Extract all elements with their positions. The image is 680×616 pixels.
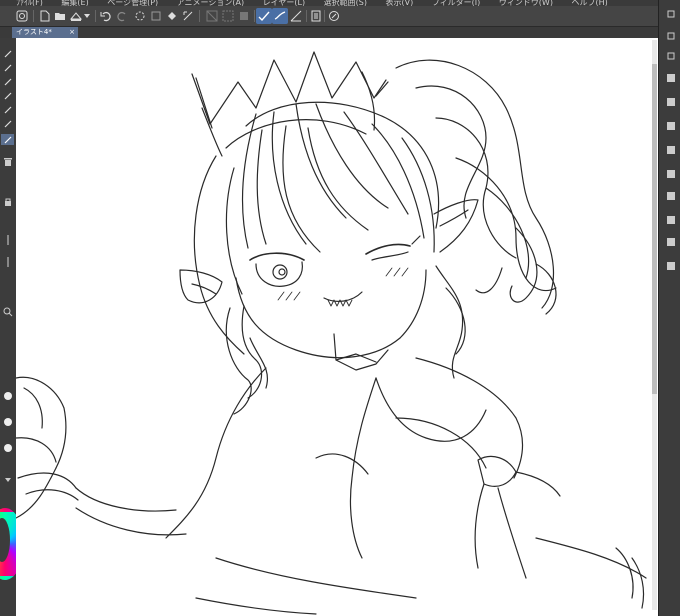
right-panel <box>658 0 680 616</box>
document-tab-bar: イラスト4* × <box>0 27 680 38</box>
layer-icon[interactable] <box>665 260 677 272</box>
brush-size-icon[interactable] <box>1 390 14 401</box>
airbrush-tool-icon[interactable] <box>1 104 14 115</box>
loading-icon[interactable] <box>132 8 148 24</box>
invert-selection-icon[interactable] <box>220 8 236 24</box>
canvas-scrollbar[interactable] <box>652 40 657 610</box>
trash-icon[interactable] <box>1 156 14 167</box>
app-icon[interactable] <box>14 8 30 24</box>
layer-icon[interactable] <box>665 72 677 84</box>
check-icon[interactable] <box>256 8 272 24</box>
layer-icon[interactable] <box>665 236 677 248</box>
layer-icon[interactable] <box>665 144 677 156</box>
deselect-icon[interactable] <box>204 8 220 24</box>
new-file-icon[interactable] <box>36 8 52 24</box>
rotate-icon[interactable] <box>326 8 342 24</box>
slider-icon[interactable] <box>1 256 14 267</box>
command-bar <box>0 6 680 27</box>
pencil-tool-icon[interactable] <box>1 62 14 73</box>
blend-tool-icon[interactable] <box>1 118 14 129</box>
close-icon[interactable]: × <box>69 27 75 38</box>
check-alt-icon[interactable] <box>272 8 288 24</box>
document-tab[interactable]: イラスト4* × <box>12 27 78 38</box>
undo-icon[interactable] <box>98 8 114 24</box>
document-tab-title: イラスト4* <box>16 28 52 36</box>
ruler-icon[interactable] <box>288 8 304 24</box>
layer-icon[interactable] <box>665 190 677 202</box>
fill-icon[interactable] <box>164 8 180 24</box>
lock-icon[interactable] <box>1 196 14 207</box>
redo-icon[interactable] <box>114 8 130 24</box>
layer-icon[interactable] <box>665 168 677 180</box>
brush-tool-icon[interactable] <box>1 76 14 87</box>
panel-toggle-icon[interactable] <box>665 30 677 42</box>
layer-icon[interactable] <box>665 96 677 108</box>
dropdown-icon[interactable] <box>82 8 92 24</box>
eraser-tool-icon[interactable] <box>1 90 14 101</box>
panel-toggle-icon[interactable] <box>665 50 677 62</box>
sketch-artwork <box>16 51 647 615</box>
dropdown-icon[interactable] <box>1 474 14 485</box>
drawing-canvas[interactable] <box>16 38 658 616</box>
slider-icon[interactable] <box>1 234 14 245</box>
panel-toggle-icon[interactable] <box>665 8 677 20</box>
layer-menu-icon[interactable] <box>308 8 324 24</box>
active-tool-icon[interactable] <box>1 134 14 145</box>
brush-size-icon[interactable] <box>1 442 14 453</box>
pen-tool-icon[interactable] <box>1 48 14 59</box>
transform-icon[interactable] <box>180 8 196 24</box>
layer-icon[interactable] <box>665 120 677 132</box>
open-folder-icon[interactable] <box>52 8 68 24</box>
border-icon[interactable] <box>236 8 252 24</box>
scrollbar-thumb[interactable] <box>652 64 657 394</box>
layer-icon[interactable] <box>665 214 677 226</box>
clear-icon[interactable] <box>148 8 164 24</box>
brush-size-icon[interactable] <box>1 416 14 427</box>
magnify-icon[interactable] <box>1 306 14 317</box>
